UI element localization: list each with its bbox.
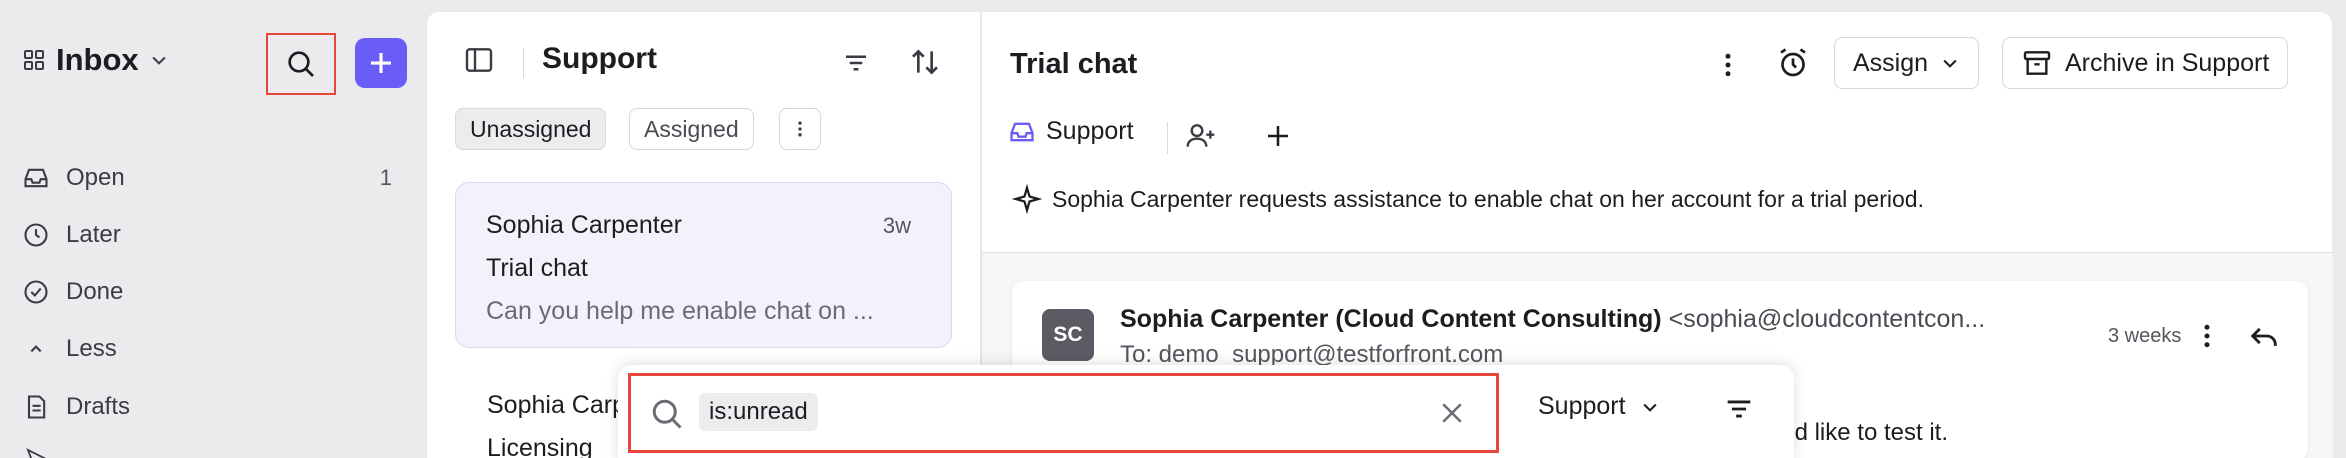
filter-button[interactable] <box>841 48 871 78</box>
snooze-button[interactable] <box>1775 45 1811 81</box>
message-body: 'd like to test it. <box>1790 419 1948 446</box>
sidebar-item-drafts[interactable]: Drafts <box>22 387 392 427</box>
search-filter-button[interactable] <box>1722 392 1756 426</box>
assign-label: Assign <box>1853 48 1929 77</box>
clear-search-button[interactable] <box>1437 398 1467 428</box>
sidebar-toggle-icon <box>463 44 495 76</box>
close-icon <box>1437 398 1467 428</box>
more-options-button[interactable] <box>1713 48 1743 82</box>
sidebar-item-done[interactable]: Done <box>22 272 392 312</box>
sidebar-item-label: Drafts <box>66 393 131 420</box>
conversation-subject: Licensing <box>487 434 593 458</box>
left-sidebar: Inbox Open 1 Later Done Less Drafts <box>0 0 426 458</box>
message-time: 3 weeks <box>2108 325 2182 347</box>
ai-summary: Sophia Carpenter requests assistance to … <box>1012 184 1924 214</box>
tag-divider <box>1167 122 1168 154</box>
inbox-tag[interactable]: Support <box>1008 117 1134 146</box>
search-button[interactable] <box>266 33 336 95</box>
toggle-sidebar-button[interactable] <box>463 44 495 76</box>
draft-document-icon <box>22 393 50 421</box>
assign-button[interactable]: Assign <box>1834 37 1980 89</box>
list-title: Support <box>542 42 657 75</box>
conversation-time: 3w <box>882 213 911 238</box>
chevron-down-icon <box>1640 397 1660 417</box>
more-tabs-button[interactable] <box>779 108 821 150</box>
search-inbox-filter[interactable]: Support <box>1538 392 1660 421</box>
sidebar-item-label: Open <box>66 164 125 191</box>
archive-label: Archive in Support <box>2065 48 2270 77</box>
search-icon <box>285 48 317 80</box>
avatar: SC <box>1042 309 1094 361</box>
reply-arrow-icon <box>2247 319 2281 353</box>
sidebar-item-open[interactable]: Open 1 <box>22 158 392 198</box>
message-more-button[interactable] <box>2192 319 2222 353</box>
inbox-icon <box>22 164 50 192</box>
chevron-up-icon <box>22 335 50 363</box>
summary-text: Sophia Carpenter requests assistance to … <box>1052 185 1924 212</box>
header-divider <box>523 48 524 78</box>
sort-button[interactable] <box>909 46 941 78</box>
inbox-switcher[interactable]: Inbox <box>22 42 169 78</box>
plus-icon <box>1263 121 1293 151</box>
conversation-subject: Trial chat <box>486 254 588 282</box>
chevron-down-icon <box>1940 53 1960 73</box>
inbox-tag-label: Support <box>1046 117 1134 145</box>
sidebar-item-count: 1 <box>379 165 392 190</box>
inbox-title: Inbox <box>56 42 139 77</box>
user-plus-icon <box>1185 120 1217 152</box>
sort-icon <box>909 46 941 78</box>
contact-name: Sophia Carp <box>487 391 626 419</box>
sender-email: <sophia@cloudcontentcon... <box>1668 305 1986 333</box>
grid-icon <box>22 48 46 72</box>
compose-button[interactable] <box>355 38 407 88</box>
conversation-title: Trial chat <box>1010 48 1138 80</box>
more-vertical-icon <box>2192 319 2222 353</box>
conversation-card-selected[interactable]: Sophia Carpenter 3w Trial chat Can you h… <box>455 182 952 348</box>
tab-assigned[interactable]: Assigned <box>629 108 754 150</box>
search-icon <box>649 396 685 432</box>
clock-icon <box>22 221 50 249</box>
more-vertical-icon <box>1713 48 1743 82</box>
filter-icon <box>1722 392 1756 426</box>
search-input[interactable]: is:unread <box>628 373 1499 453</box>
sidebar-item-label: Less <box>66 335 117 362</box>
more-vertical-icon <box>790 117 810 141</box>
add-teammate-button[interactable] <box>1185 120 1217 152</box>
sidebar-item-later[interactable]: Later <box>22 215 392 255</box>
search-query-chip[interactable]: is:unread <box>699 393 818 431</box>
sidebar-item-label: Done <box>66 278 124 305</box>
sender-name: Sophia Carpenter (Cloud Content Consulti… <box>1120 305 1662 333</box>
inbox-icon <box>1008 118 1036 146</box>
contact-name: Sophia Carpenter <box>486 211 682 239</box>
add-button[interactable] <box>1263 121 1293 151</box>
chevron-down-icon <box>149 50 169 70</box>
sidebar-item-label: Later <box>66 221 121 248</box>
sparkle-icon <box>1012 184 1042 214</box>
check-circle-icon <box>22 278 50 306</box>
filter-icon <box>841 48 871 78</box>
archive-button[interactable]: Archive in Support <box>2002 37 2289 89</box>
inbox-filter-label: Support <box>1538 392 1626 420</box>
plus-icon <box>366 48 396 78</box>
message-sender: Sophia Carpenter (Cloud Content Consulti… <box>1120 305 1985 334</box>
send-icon <box>24 446 48 458</box>
reply-button[interactable] <box>2247 319 2281 353</box>
conversation-preview: Can you help me enable chat on ... <box>486 297 874 325</box>
alarm-clock-icon <box>1775 45 1811 81</box>
tab-unassigned[interactable]: Unassigned <box>455 108 607 150</box>
archive-box-icon <box>2021 47 2053 79</box>
sidebar-item-less[interactable]: Less <box>22 329 392 369</box>
